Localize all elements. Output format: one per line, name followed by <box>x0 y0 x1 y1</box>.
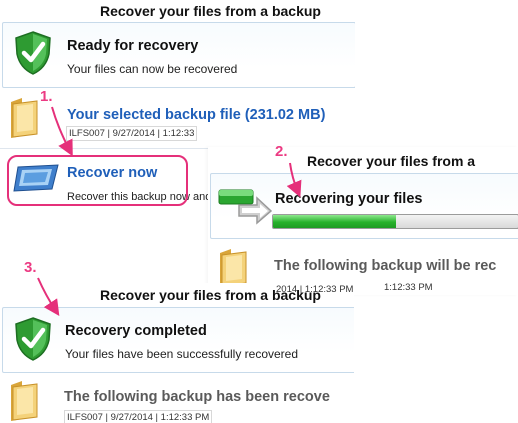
status-box: Recovering your files <box>210 173 518 239</box>
shield-check-icon <box>15 317 51 361</box>
folder-icon <box>11 381 38 421</box>
status-heading: Recovery completed <box>65 323 207 339</box>
step-3-marker: 3. <box>24 259 37 276</box>
step-1-marker: 1. <box>40 88 53 105</box>
backup-meta: ILFS007 | 9/27/2014 | 1:12:33 <box>66 126 198 141</box>
selected-backup-link[interactable]: Your selected backup file (231.02 MB) <box>67 107 325 123</box>
following-backup-heading: The following backup has been recove <box>64 389 330 405</box>
folder-icon <box>220 249 247 287</box>
status-heading: Ready for recovery <box>67 38 199 54</box>
panel-recovering: Recover your files from a Recovering you… <box>208 147 518 295</box>
status-heading: Recovering your files <box>275 191 423 207</box>
panel-completed: 2014 | 1:12:33 PM Recover your files fro… <box>0 283 354 423</box>
panel-title: Recover your files from a backup <box>100 3 321 19</box>
status-subtext: Your files can now be recovered <box>67 62 238 76</box>
panel-title: Recover your files from a <box>307 153 476 169</box>
progress-fill <box>273 215 396 228</box>
backup-meta: ILFS007 | 9/27/2014 | 1:12:33 PM <box>64 410 213 423</box>
recover-now-highlight <box>7 155 188 206</box>
recovery-progress-icon <box>218 189 273 225</box>
folder-icon <box>11 98 38 138</box>
step-2-marker: 2. <box>275 143 288 160</box>
progress-bar <box>272 214 518 229</box>
backup-meta-partial: 1:12:33 PM <box>382 281 435 294</box>
status-box: Recovery completed Your files have been … <box>2 307 354 373</box>
shield-check-icon <box>15 31 51 75</box>
panel-title: Recover your files from a backup <box>100 287 321 303</box>
status-box: Ready for recovery Your files can now be… <box>2 22 355 88</box>
status-subtext: Your files have been successfully recove… <box>65 347 299 361</box>
following-backup-heading: The following backup will be rec <box>274 258 497 274</box>
